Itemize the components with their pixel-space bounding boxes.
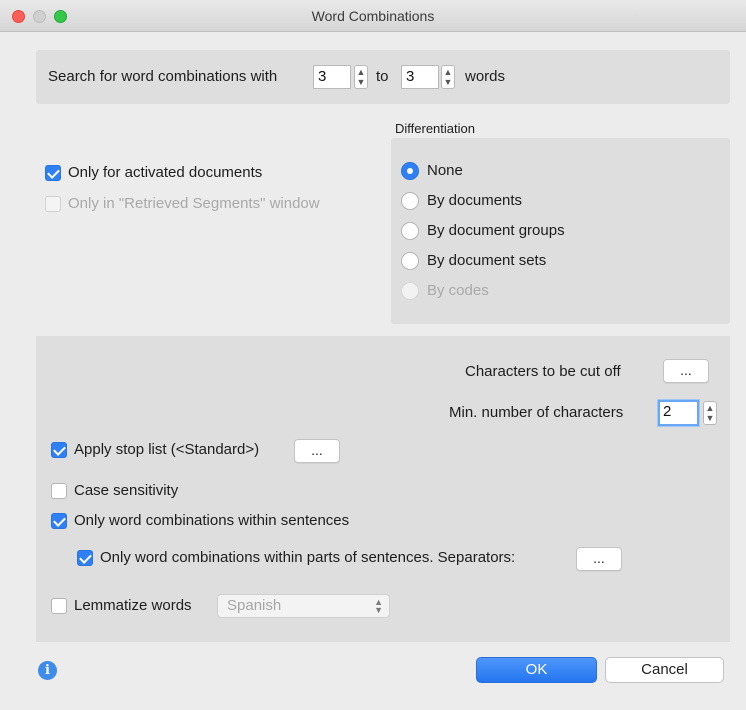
only-activated-checkbox[interactable] (45, 165, 61, 181)
min-chars-stepper[interactable]: ▲ ▼ (703, 401, 717, 425)
min-chars-input[interactable]: 2 (658, 400, 699, 426)
radio-by-document-sets[interactable] (401, 252, 419, 270)
differentiation-heading: Differentiation (395, 121, 475, 136)
within-sentences-label: Only word combinations within sentences (74, 512, 350, 529)
stepper-arrows-icon: ▲ ▼ (356, 67, 366, 87)
within-parts-label: Only word combinations within parts of s… (100, 549, 516, 566)
stepper-arrows-icon: ▲ ▼ (443, 67, 453, 87)
only-activated-label: Only for activated documents (68, 164, 263, 181)
radio-by-document-groups[interactable] (401, 222, 419, 240)
differentiation-panel: None By documents By document groups By … (391, 138, 730, 324)
ok-button[interactable]: OK (476, 657, 597, 683)
radio-by-documents-label: By documents (427, 192, 523, 209)
within-parts-checkbox[interactable] (77, 550, 93, 566)
title-bar: Word Combinations (0, 0, 746, 32)
stop-list-label: Apply stop list (<Standard>) (74, 441, 260, 458)
radio-none-label: None (427, 162, 463, 179)
to-label: to (376, 68, 389, 85)
to-words-input[interactable]: 3 (401, 65, 439, 89)
min-chars-label: Min. number of characters (449, 404, 624, 421)
to-words-stepper[interactable]: ▲ ▼ (441, 65, 455, 89)
search-prefix-label: Search for word combinations with (48, 68, 278, 85)
case-sensitivity-label: Case sensitivity (74, 482, 179, 499)
only-retrieved-checkbox[interactable] (45, 196, 61, 212)
radio-by-document-groups-label: By document groups (427, 222, 565, 239)
radio-by-document-sets-label: By document sets (427, 252, 547, 269)
radio-none[interactable] (401, 162, 419, 180)
from-words-input[interactable]: 3 (313, 65, 351, 89)
stop-list-button[interactable]: ... (294, 439, 340, 463)
only-retrieved-label: Only in "Retrieved Segments" window (68, 195, 320, 212)
stepper-arrows-icon: ▲ ▼ (705, 403, 715, 423)
separators-button[interactable]: ... (576, 547, 622, 571)
lemmatize-label: Lemmatize words (74, 597, 192, 614)
cut-off-characters-button[interactable]: ... (663, 359, 709, 383)
search-range-panel: Search for word combinations with 3 ▲ ▼ t… (36, 50, 730, 104)
options-panel: Characters to be cut off ... Min. number… (36, 336, 730, 642)
window-title: Word Combinations (311, 8, 435, 24)
radio-by-codes[interactable] (401, 282, 419, 300)
radio-by-codes-label: By codes (427, 282, 489, 299)
case-sensitivity-checkbox[interactable] (51, 483, 67, 499)
cancel-button[interactable]: Cancel (605, 657, 724, 683)
language-select-value: Spanish (227, 597, 282, 614)
language-select[interactable]: Spanish ▲ ▼ (217, 594, 390, 618)
radio-by-documents[interactable] (401, 192, 419, 210)
dialog-window: Word Combinations Search for word combin… (0, 0, 746, 710)
stop-list-checkbox[interactable] (51, 442, 67, 458)
from-words-stepper[interactable]: ▲ ▼ (354, 65, 368, 89)
lemmatize-checkbox[interactable] (51, 598, 67, 614)
chevron-updown-icon: ▲ ▼ (374, 597, 383, 615)
within-sentences-checkbox[interactable] (51, 513, 67, 529)
words-label: words (465, 68, 506, 85)
info-icon[interactable]: i (38, 661, 57, 680)
cut-off-label: Characters to be cut off (465, 363, 621, 380)
